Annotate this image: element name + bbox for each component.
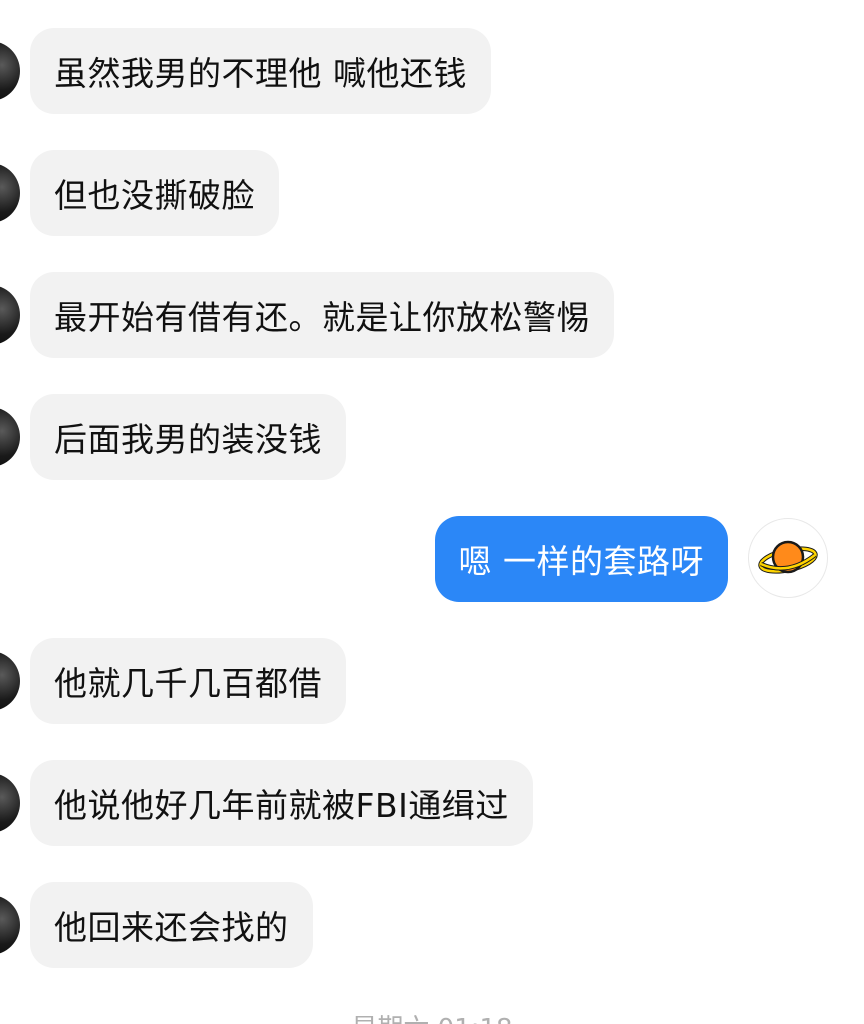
message-row: 他就几千几百都借	[0, 638, 864, 724]
contact-avatar[interactable]	[0, 407, 20, 467]
message-row: 他说他好几年前就被FBI通缉过	[0, 760, 864, 846]
contact-avatar[interactable]	[0, 651, 20, 711]
chat-conversation: 虽然我男的不理他 喊他还钱 但也没撕破脸 最开始有借有还。就是让你放松警惕 后面…	[0, 0, 864, 1024]
incoming-message-bubble[interactable]: 最开始有借有还。就是让你放松警惕	[30, 272, 614, 358]
message-row: 他回来还会找的	[0, 882, 864, 968]
incoming-message-bubble[interactable]: 他说他好几年前就被FBI通缉过	[30, 760, 533, 846]
outgoing-message-bubble[interactable]: 嗯 一样的套路呀	[434, 516, 728, 602]
contact-avatar[interactable]	[0, 773, 20, 833]
incoming-message-bubble[interactable]: 后面我男的装没钱	[30, 394, 346, 480]
contact-avatar[interactable]	[0, 895, 20, 955]
message-row: 但也没撕破脸	[0, 150, 864, 236]
message-row: 后面我男的装没钱	[0, 394, 864, 480]
incoming-message-bubble[interactable]: 他回来还会找的	[30, 882, 313, 968]
contact-avatar[interactable]	[0, 285, 20, 345]
message-row: 虽然我男的不理他 喊他还钱	[0, 28, 864, 114]
contact-avatar[interactable]	[0, 41, 20, 101]
message-row: 嗯 一样的套路呀	[0, 516, 864, 602]
incoming-message-bubble[interactable]: 但也没撕破脸	[30, 150, 279, 236]
contact-avatar[interactable]	[0, 163, 20, 223]
incoming-message-bubble[interactable]: 他就几千几百都借	[30, 638, 346, 724]
incoming-message-bubble[interactable]: 虽然我男的不理他 喊他还钱	[30, 28, 491, 114]
self-avatar[interactable]	[748, 518, 828, 598]
message-row: 最开始有借有还。就是让你放松警惕	[0, 272, 864, 358]
planet-icon	[758, 540, 818, 574]
chat-timestamp: 星期六 01:18	[0, 1008, 864, 1024]
